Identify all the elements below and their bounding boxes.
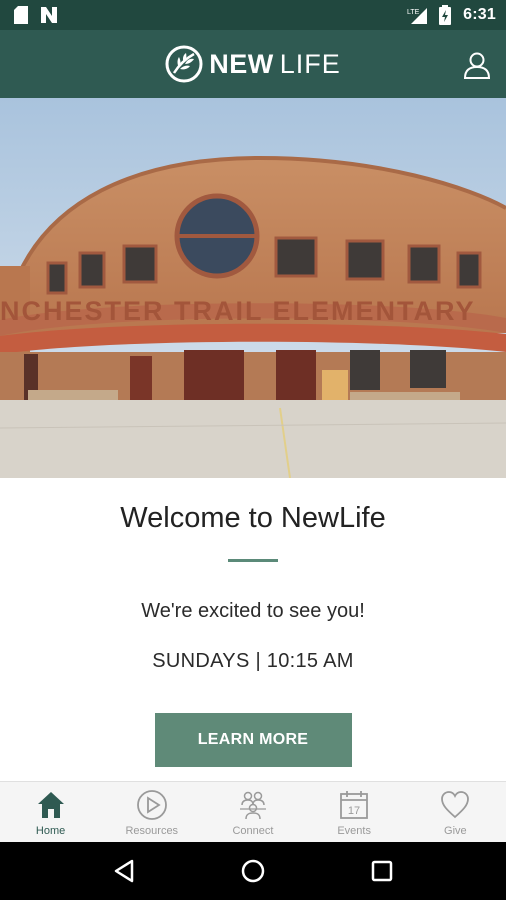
nav-item-home[interactable]: Home <box>1 782 101 837</box>
play-circle-icon <box>136 790 167 820</box>
service-time: SUNDAYS | 10:15 AM <box>152 650 354 672</box>
calendar-day: 17 <box>348 805 360 817</box>
network-label: LTE <box>407 9 420 16</box>
tagline: We're excited to see you! <box>141 600 365 622</box>
nav-item-give[interactable]: Give <box>405 782 505 837</box>
nav-item-resources[interactable]: Resources <box>102 782 202 837</box>
nav-label-give: Give <box>444 825 467 837</box>
nav-label-resources: Resources <box>125 825 179 837</box>
heart-icon <box>441 791 470 819</box>
home-system-button[interactable] <box>238 856 268 886</box>
status-time: 6:31 <box>463 6 496 23</box>
status-right: LTE 6:31 <box>407 5 496 25</box>
calendar-icon: 17 <box>340 791 369 819</box>
n-notification-icon <box>41 7 57 23</box>
back-button[interactable] <box>109 856 139 886</box>
nav-label-events: Events <box>337 825 371 837</box>
home-icon <box>37 792 64 818</box>
bottom-nav: Home Resources Connect 17 Events Give <box>0 781 506 842</box>
nav-item-events[interactable]: 17 Events <box>304 782 404 837</box>
learn-more-button[interactable]: LEARN MORE <box>154 713 352 767</box>
nav-label-connect: Connect <box>232 825 274 837</box>
group-icon <box>239 791 266 820</box>
school-building-photo: NCHESTER TRAIL ELEMENTARY <box>0 98 506 478</box>
title-divider <box>228 559 278 562</box>
logo-text-new: NEW <box>209 48 274 79</box>
leaf-circle-icon <box>165 45 203 83</box>
sd-card-icon <box>14 6 28 24</box>
status-bar: LTE 6:31 <box>0 0 506 30</box>
nav-item-connect[interactable]: Connect <box>203 782 303 837</box>
back-triangle-icon <box>115 859 134 883</box>
home-circle-icon <box>241 859 265 883</box>
recents-button[interactable] <box>367 856 397 886</box>
welcome-title: Welcome to NewLife <box>120 502 386 534</box>
welcome-section: Welcome to NewLife We're excited to see … <box>0 478 506 781</box>
system-nav-bar <box>0 842 506 900</box>
profile-button[interactable] <box>462 50 492 80</box>
nav-label-home: Home <box>35 825 66 837</box>
status-left <box>14 6 58 24</box>
recents-square-icon <box>371 860 392 882</box>
logo-text-life: LIFE <box>279 48 341 79</box>
app-logo[interactable]: NEW LIFE <box>165 45 341 83</box>
hero-image: NCHESTER TRAIL ELEMENTARY <box>0 98 506 478</box>
battery-icon <box>439 5 452 25</box>
school-sign: NCHESTER TRAIL ELEMENTARY <box>0 296 476 326</box>
signal-icon: LTE <box>407 8 428 24</box>
app-header: NEW LIFE <box>0 30 506 98</box>
user-icon <box>463 52 491 79</box>
